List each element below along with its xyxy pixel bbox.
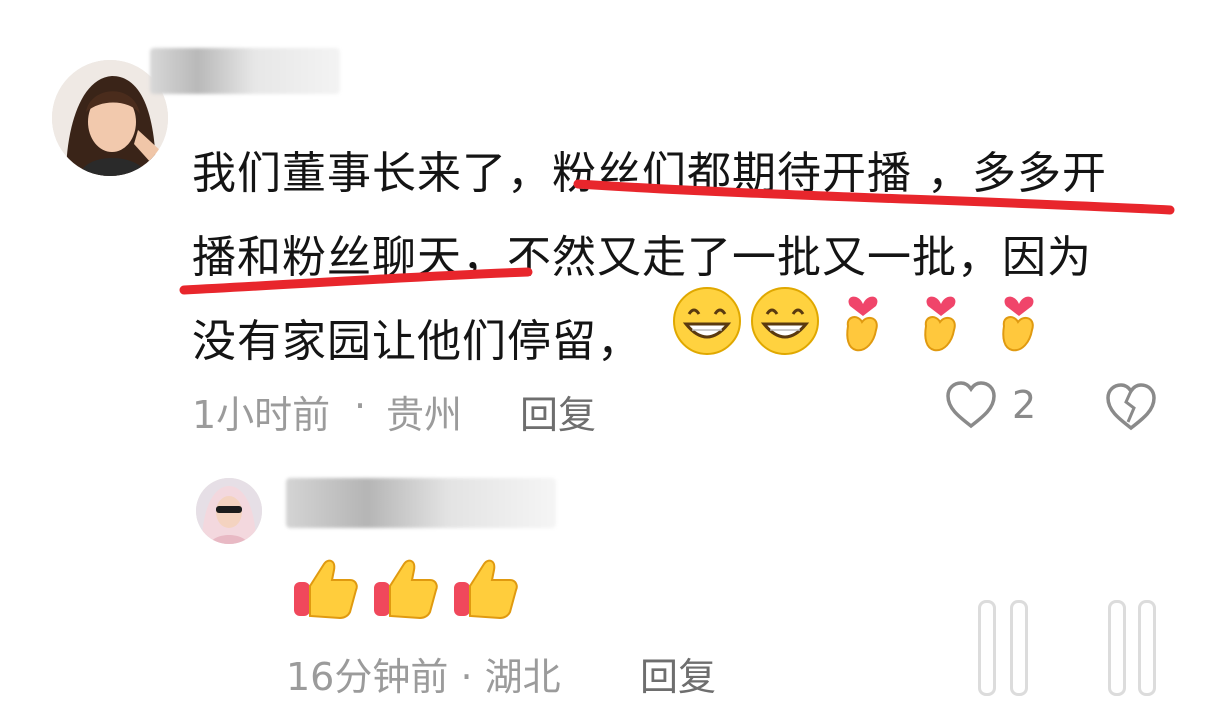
like-button[interactable]: 2 bbox=[944, 380, 1036, 430]
dislike-button[interactable] bbox=[1108, 600, 1126, 696]
comment-location: 湖北 bbox=[484, 655, 561, 699]
username-blurred[interactable] bbox=[150, 48, 340, 94]
emoji-row bbox=[672, 286, 1054, 356]
thumbs-up-icon bbox=[454, 559, 518, 620]
comment-line: 我们董事长来了，粉丝们都期待开播 ，多多开 bbox=[192, 148, 1107, 199]
like-button-shadow bbox=[1010, 600, 1028, 696]
grin-icon bbox=[750, 286, 820, 356]
reply-button[interactable]: 回复 bbox=[640, 646, 716, 701]
comment-line: 没有家园让他们停留， bbox=[192, 316, 642, 367]
meta-separator: · bbox=[354, 384, 367, 428]
grin-icon bbox=[672, 286, 742, 356]
comment-location: 贵州 bbox=[386, 393, 463, 437]
username-blurred[interactable] bbox=[286, 478, 556, 528]
dislike-button[interactable] bbox=[1104, 382, 1158, 436]
reply-button[interactable]: 回复 bbox=[520, 384, 596, 439]
emoji-row bbox=[290, 552, 520, 622]
like-button[interactable] bbox=[978, 600, 996, 696]
avatar-photo-icon bbox=[196, 478, 262, 544]
finger-heart-icon bbox=[984, 286, 1054, 356]
meta-separator: · bbox=[460, 655, 473, 699]
like-count: 2 bbox=[1012, 383, 1037, 427]
avatar[interactable] bbox=[196, 478, 262, 544]
comment-time: 16分钟前 · 湖北 bbox=[286, 646, 561, 701]
broken-heart-icon bbox=[1106, 383, 1156, 431]
heart-outline-icon bbox=[946, 381, 996, 429]
finger-heart-icon bbox=[906, 286, 976, 356]
comment-time-text: 16分钟前 bbox=[286, 655, 449, 699]
thumbs-up-icon bbox=[294, 559, 358, 620]
dislike-button-shadow bbox=[1138, 600, 1156, 696]
comment-time: 1小时前 bbox=[192, 393, 331, 437]
finger-heart-icon bbox=[828, 286, 898, 356]
thumbs-up-icon bbox=[374, 559, 438, 620]
